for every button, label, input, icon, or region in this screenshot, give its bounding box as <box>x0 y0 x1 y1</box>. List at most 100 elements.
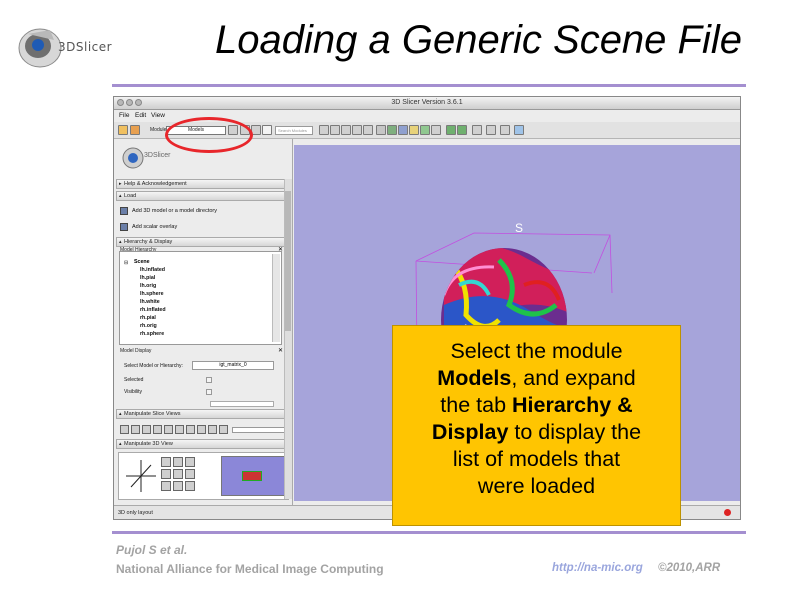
visibility-label: Visibility <box>124 389 142 395</box>
panel-scrollbar[interactable] <box>284 179 292 499</box>
rotate-icon[interactable] <box>173 457 183 467</box>
selected-checkbox[interactable] <box>206 377 212 383</box>
viewport-indicator[interactable] <box>242 471 262 481</box>
tree-item[interactable]: rh.pial <box>140 315 156 321</box>
menu-file[interactable]: File <box>119 110 129 121</box>
tree-item[interactable]: lh.white <box>140 299 160 305</box>
tree-item[interactable]: rh.sphere <box>140 331 164 337</box>
tree-item[interactable]: rh.inflated <box>140 307 166 313</box>
expand-arrow-icon: ▸ <box>119 181 122 187</box>
view-icon[interactable] <box>161 481 171 491</box>
menu-edit[interactable]: Edit <box>135 110 146 121</box>
capture-icon[interactable] <box>514 125 524 135</box>
mouse-mode-icon[interactable] <box>486 125 496 135</box>
save-icon[interactable] <box>472 125 482 135</box>
overlay-icon <box>120 223 128 231</box>
slice-slider[interactable] <box>232 427 286 433</box>
zoom-icon[interactable] <box>185 457 195 467</box>
slice-control-icon[interactable] <box>208 425 217 434</box>
layout-icon[interactable] <box>341 125 351 135</box>
fiducial-icon[interactable] <box>500 125 510 135</box>
view-icon[interactable] <box>185 481 195 491</box>
view-navigation-box <box>118 452 289 500</box>
undo-icon[interactable] <box>446 125 456 135</box>
status-text: 3D only layout <box>118 510 153 516</box>
slice-control-icon[interactable] <box>186 425 195 434</box>
load-data-icon[interactable] <box>130 125 140 135</box>
layout-icon[interactable] <box>363 125 373 135</box>
select-model-label: Select Model or Hierarchy: <box>124 363 183 369</box>
module-search-input[interactable]: Search Modules <box>275 126 313 135</box>
slice-control-icon[interactable] <box>219 425 228 434</box>
footer-link[interactable]: http://na-mic.org <box>552 562 643 574</box>
view-icon[interactable] <box>431 125 441 135</box>
tree-scrollbar[interactable] <box>272 254 280 342</box>
axes-widget-icon[interactable] <box>123 457 159 495</box>
callout-line: Models, and expand <box>437 366 636 390</box>
model-hierarchy-tree[interactable]: ⊟ Scene lh.inflated lh.pial lh.orig lh.s… <box>119 251 282 345</box>
close-icon[interactable]: ✕ <box>278 347 283 354</box>
section-load-label: Load <box>124 193 137 199</box>
slice-control-icon[interactable] <box>197 425 206 434</box>
layout-icon[interactable] <box>330 125 340 135</box>
section-slice-label: Manipulate Slice Views <box>124 411 181 417</box>
slice-control-icon[interactable] <box>131 425 140 434</box>
expand-arrow-icon: ▴ <box>119 441 122 447</box>
slice-control-icon[interactable] <box>120 425 129 434</box>
collapse-arrow-icon: ▴ <box>119 193 122 199</box>
module-panel: 3DSlicer ▸ Help & Acknowledgement ▴ Load A… <box>114 139 293 505</box>
slicer-logo-small <box>122 147 144 169</box>
view-icon[interactable] <box>387 125 397 135</box>
model-icon <box>120 207 128 215</box>
section-hierarchy-display[interactable]: ▴ Hierarchy & Display <box>116 237 288 247</box>
view-icon[interactable] <box>398 125 408 135</box>
section-3d-view[interactable]: ▴ Manipulate 3D View <box>116 439 288 449</box>
pan-icon[interactable] <box>161 469 171 479</box>
section-slice-views[interactable]: ▴ Manipulate Slice Views <box>116 409 288 419</box>
view-icon[interactable] <box>376 125 386 135</box>
collapse-arrow-icon: ▴ <box>119 239 122 245</box>
callout-line: list of models that <box>452 447 621 471</box>
section-load[interactable]: ▴ Load <box>116 191 288 201</box>
section-help[interactable]: ▸ Help & Acknowledgement <box>116 179 288 189</box>
tree-item[interactable]: lh.sphere <box>140 291 164 297</box>
layout-icon[interactable] <box>352 125 362 135</box>
rotate-icon[interactable] <box>161 457 171 467</box>
callout-line: were loaded <box>477 474 596 498</box>
center-icon[interactable] <box>185 469 195 479</box>
tree-item[interactable]: lh.orig <box>140 283 156 289</box>
view-icon[interactable] <box>173 481 183 491</box>
top-divider <box>112 84 746 87</box>
layout-icon[interactable] <box>319 125 329 135</box>
opacity-slider[interactable] <box>210 401 274 407</box>
slice-control-icon[interactable] <box>164 425 173 434</box>
view-icon[interactable] <box>420 125 430 135</box>
scrollbar-thumb[interactable] <box>285 191 291 331</box>
footer-organization: National Alliance for Medical Image Comp… <box>116 562 384 576</box>
highlight-oval <box>165 117 253 153</box>
view-thumbnail[interactable] <box>221 456 285 496</box>
tree-item[interactable]: rh.orig <box>140 323 157 329</box>
slice-control-icon[interactable] <box>175 425 184 434</box>
pan-icon[interactable] <box>173 469 183 479</box>
menu-view[interactable]: View <box>151 110 165 121</box>
window-title: 3D Slicer Version 3.6.1 <box>391 99 463 106</box>
tree-collapse-icon[interactable]: ⊟ <box>124 260 128 266</box>
section-3d-label: Manipulate 3D View <box>124 441 173 447</box>
view-icon[interactable] <box>409 125 419 135</box>
slice-control-icon[interactable] <box>153 425 162 434</box>
model-select-dropdown[interactable]: igt_matrix_0 <box>192 361 274 370</box>
add-model-button[interactable]: Add 3D model or a model directory <box>120 205 280 217</box>
slice-control-icon[interactable] <box>142 425 151 434</box>
stop-icon[interactable] <box>724 509 731 516</box>
search-icon[interactable] <box>262 125 272 135</box>
visibility-checkbox[interactable] <box>206 389 212 395</box>
add-scalar-overlay-button[interactable]: Add scalar overlay <box>120 221 280 233</box>
section-hierarchy-label: Hierarchy & Display <box>124 239 173 245</box>
add-overlay-label: Add scalar overlay <box>132 224 178 230</box>
tree-item[interactable]: lh.pial <box>140 275 155 281</box>
tree-item[interactable]: lh.inflated <box>140 267 165 273</box>
redo-icon[interactable] <box>457 125 467 135</box>
scene-node[interactable]: Scene <box>134 259 150 265</box>
home-icon[interactable] <box>118 125 128 135</box>
